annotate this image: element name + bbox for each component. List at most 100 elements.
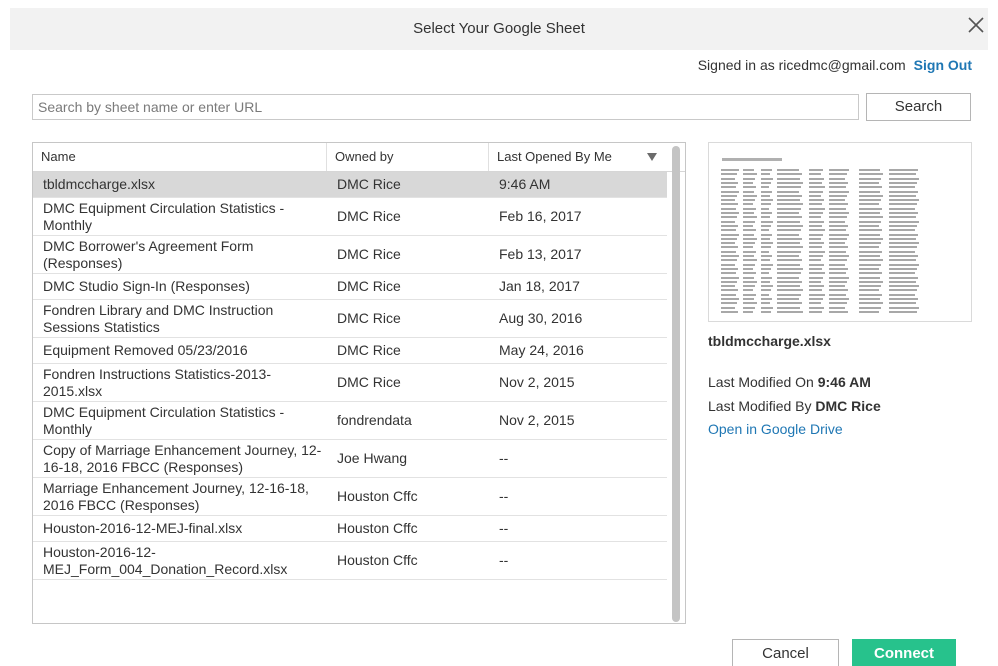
preview-cell (777, 280, 802, 283)
preview-cell (721, 310, 738, 313)
row-owner: Houston Cffc (337, 552, 418, 568)
preview-cell (859, 212, 880, 214)
preview-cell (859, 255, 880, 257)
preview-cell (889, 255, 918, 257)
preview-cell (889, 285, 919, 288)
column-header-owner[interactable]: Owned by (327, 143, 489, 171)
signed-in-text: Signed in as ricedmc@gmail.com (697, 57, 906, 73)
open-in-google-drive-link[interactable]: Open in Google Drive (708, 421, 843, 437)
preview-cell (743, 272, 756, 275)
row-name: DMC Equipment Circulation Statistics - M… (43, 403, 285, 437)
row-name: Houston-2016-12-MEJ-final.xlsx (43, 520, 243, 536)
table-row[interactable]: DMC Equipment Circulation Statistics - M… (33, 198, 667, 236)
preview-cell (829, 302, 847, 305)
row-last-opened: Jan 18, 2017 (499, 278, 580, 294)
preview-cell (761, 207, 769, 210)
cancel-button[interactable]: Cancel (732, 639, 839, 666)
preview-cell (889, 302, 916, 305)
modified-on-value: 9:46 AM (817, 374, 871, 390)
preview-cell (761, 302, 770, 305)
table-row[interactable]: DMC Borrower's Agreement Form (Responses… (33, 236, 667, 274)
table-row[interactable]: Fondren Library and DMC Instruction Sess… (33, 300, 667, 338)
preview-cell (859, 259, 883, 262)
table-row[interactable]: Copy of Marriage Enhancement Journey, 12… (33, 440, 667, 478)
preview-cell (721, 272, 736, 275)
preview-cell (721, 233, 739, 236)
preview-cell (889, 242, 919, 245)
connect-button[interactable]: Connect (852, 639, 956, 666)
preview-cell (889, 216, 916, 219)
table-body: tbldmccharge.xlsx DMC Rice 9:46 AM DMC E… (33, 172, 667, 580)
preview-cell (777, 285, 800, 288)
sign-out-link[interactable]: Sign Out (914, 57, 972, 73)
preview-cell (721, 177, 735, 180)
close-icon[interactable] (963, 12, 989, 38)
preview-cell (889, 267, 917, 270)
preview-cell (829, 237, 847, 240)
preview-cell (777, 255, 799, 257)
preview-cell (721, 255, 739, 257)
preview-cell (743, 190, 754, 193)
preview-cell (777, 267, 803, 270)
preview-cell (743, 194, 757, 197)
table-row[interactable]: Fondren Instructions Statistics-2013-201… (33, 364, 667, 402)
preview-cell (721, 302, 737, 305)
search-input[interactable] (32, 94, 859, 120)
preview-cell (859, 302, 883, 305)
dialog-title: Select Your Google Sheet (413, 20, 585, 37)
preview-cell (829, 190, 849, 193)
preview-cell (743, 212, 754, 214)
preview-cell (809, 181, 822, 184)
preview-cell (889, 237, 916, 240)
preview-cell (777, 259, 802, 262)
table-row[interactable]: DMC Equipment Circulation Statistics - M… (33, 402, 667, 440)
preview-cell (761, 181, 771, 184)
sort-descending-icon[interactable] (647, 153, 657, 161)
preview-cell (809, 199, 824, 202)
table-row[interactable]: tbldmccharge.xlsx DMC Rice 9:46 AM (33, 172, 667, 198)
row-owner: Houston Cffc (337, 520, 418, 536)
preview-cell (777, 216, 802, 219)
preview-cell (809, 255, 823, 257)
row-name: Marriage Enhancement Journey, 12-16-18, … (43, 479, 309, 513)
preview-cell (889, 272, 915, 275)
preview-cell (829, 306, 845, 309)
preview-cell (761, 293, 769, 296)
row-last-opened: Nov 2, 2015 (499, 374, 575, 390)
column-header-name[interactable]: Name (33, 143, 327, 171)
row-last-opened: Feb 13, 2017 (499, 246, 582, 262)
table-row[interactable]: Marriage Enhancement Journey, 12-16-18, … (33, 478, 667, 516)
table-row[interactable]: Equipment Removed 05/23/2016 DMC Rice Ma… (33, 338, 667, 364)
preview-cell (889, 212, 918, 214)
preview-cell (743, 310, 753, 313)
row-name: Equipment Removed 05/23/2016 (43, 342, 248, 358)
preview-cell (859, 177, 881, 180)
preview-cell (721, 285, 735, 288)
preview-cell (743, 173, 757, 176)
preview-cell (829, 298, 849, 300)
preview-cell (829, 293, 846, 296)
preview-cell (721, 181, 738, 184)
preview-cell (809, 280, 821, 283)
row-last-opened: -- (499, 552, 509, 568)
table-row[interactable]: DMC Studio Sign-In (Responses) DMC Rice … (33, 274, 667, 300)
table-row[interactable]: Houston-2016-12-MEJ_Form_004_Donation_Re… (33, 542, 667, 580)
search-button[interactable]: Search (866, 93, 971, 121)
preview-cell (889, 181, 917, 184)
row-last-opened: -- (499, 450, 509, 466)
preview-cell (761, 224, 771, 227)
preview-cell (743, 263, 755, 266)
column-header-last-opened[interactable]: Last Opened By Me (489, 143, 669, 171)
preview-cell (829, 259, 847, 262)
table-scrollbar[interactable] (671, 146, 681, 622)
preview-cell (721, 259, 737, 262)
preview-cell (743, 242, 755, 245)
preview-cell (761, 229, 769, 232)
scrollbar-thumb[interactable] (672, 146, 680, 622)
preview-cell (743, 298, 754, 300)
preview-cell (777, 220, 800, 223)
table-row[interactable]: Houston-2016-12-MEJ-final.xlsx Houston C… (33, 516, 667, 542)
preview-cell (761, 212, 772, 214)
preview-cell (859, 203, 879, 206)
preview-cell (777, 212, 799, 214)
